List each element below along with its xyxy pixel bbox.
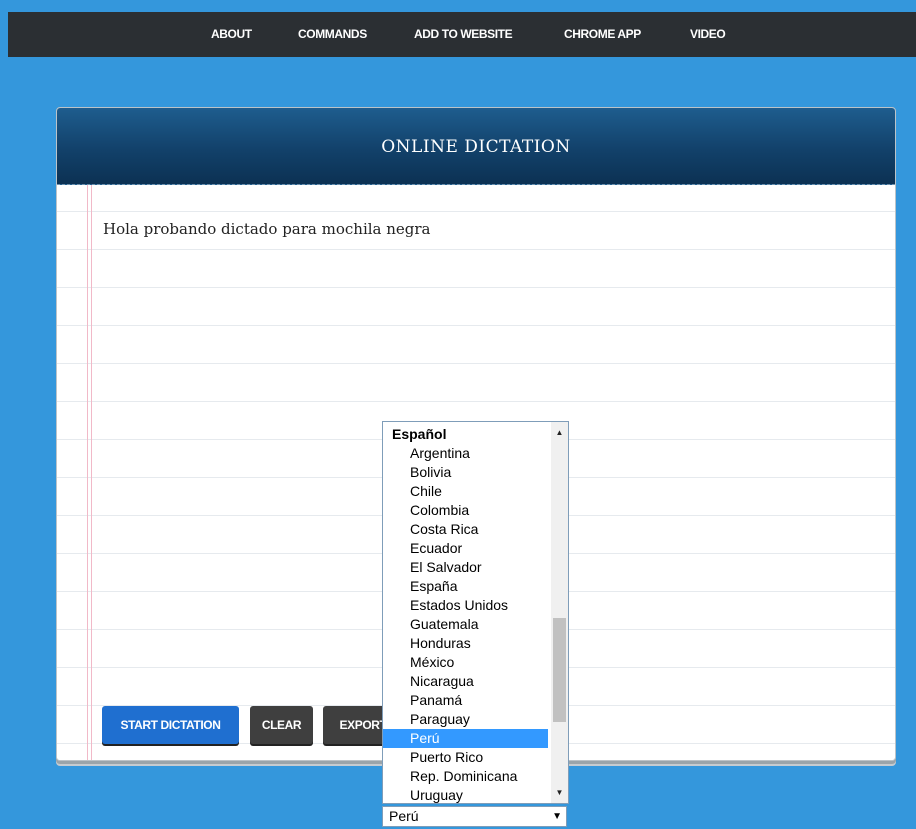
language-dropdown-list[interactable]: Español Argentina Bolivia Chile Colombia… <box>382 421 569 804</box>
dropdown-scrollbar[interactable]: ▲ ▼ <box>551 422 568 803</box>
scroll-down-arrow-icon[interactable]: ▼ <box>551 784 568 801</box>
nav-video[interactable]: VIDEO <box>690 12 726 57</box>
language-option[interactable]: Chile <box>383 482 548 501</box>
nav-about[interactable]: ABOUT <box>211 12 252 57</box>
language-select-value: Perú <box>389 808 419 824</box>
language-option[interactable]: El Salvador <box>383 558 548 577</box>
margin-line <box>91 185 92 760</box>
language-option-highlighted[interactable]: Perú <box>383 729 548 748</box>
start-dictation-button[interactable]: START DICTATION <box>102 706 239 744</box>
scroll-up-arrow-icon[interactable]: ▲ <box>551 424 568 441</box>
language-select[interactable]: Perú ▼ <box>382 806 567 827</box>
clear-button[interactable]: CLEAR <box>250 706 313 744</box>
language-option[interactable]: Colombia <box>383 501 548 520</box>
panel-title: ONLINE DICTATION <box>381 137 571 157</box>
nav-commands[interactable]: COMMANDS <box>298 12 367 57</box>
language-option[interactable]: Guatemala <box>383 615 548 634</box>
language-option[interactable]: Uruguay <box>383 786 548 803</box>
language-option[interactable]: Estados Unidos <box>383 596 548 615</box>
language-group-label: Español <box>392 426 447 442</box>
language-option[interactable]: México <box>383 653 548 672</box>
language-option[interactable]: Nicaragua <box>383 672 548 691</box>
nav-chrome-app[interactable]: CHROME APP <box>564 12 641 57</box>
language-option[interactable]: Rep. Dominicana <box>383 767 548 786</box>
language-option[interactable]: Paraguay <box>383 710 548 729</box>
panel-header: ONLINE DICTATION <box>57 108 895 185</box>
top-navigation: ABOUT COMMANDS ADD TO WEBSITE CHROME APP… <box>8 12 916 57</box>
language-option[interactable]: Bolivia <box>383 463 548 482</box>
language-option[interactable]: Costa Rica <box>383 520 548 539</box>
language-option[interactable]: Ecuador <box>383 539 548 558</box>
dictation-text: Hola probando dictado para mochila negra <box>103 220 431 238</box>
language-options: Español Argentina Bolivia Chile Colombia… <box>383 425 548 803</box>
language-option[interactable]: Honduras <box>383 634 548 653</box>
nav-add-to-website[interactable]: ADD TO WEBSITE <box>414 12 513 57</box>
scrollbar-thumb[interactable] <box>553 618 566 722</box>
language-option[interactable]: Panamá <box>383 691 548 710</box>
dropdown-arrow-icon[interactable]: ▼ <box>552 807 562 826</box>
margin-line <box>87 185 88 760</box>
language-option[interactable]: España <box>383 577 548 596</box>
language-option[interactable]: Argentina <box>383 444 548 463</box>
language-option[interactable]: Puerto Rico <box>383 748 548 767</box>
